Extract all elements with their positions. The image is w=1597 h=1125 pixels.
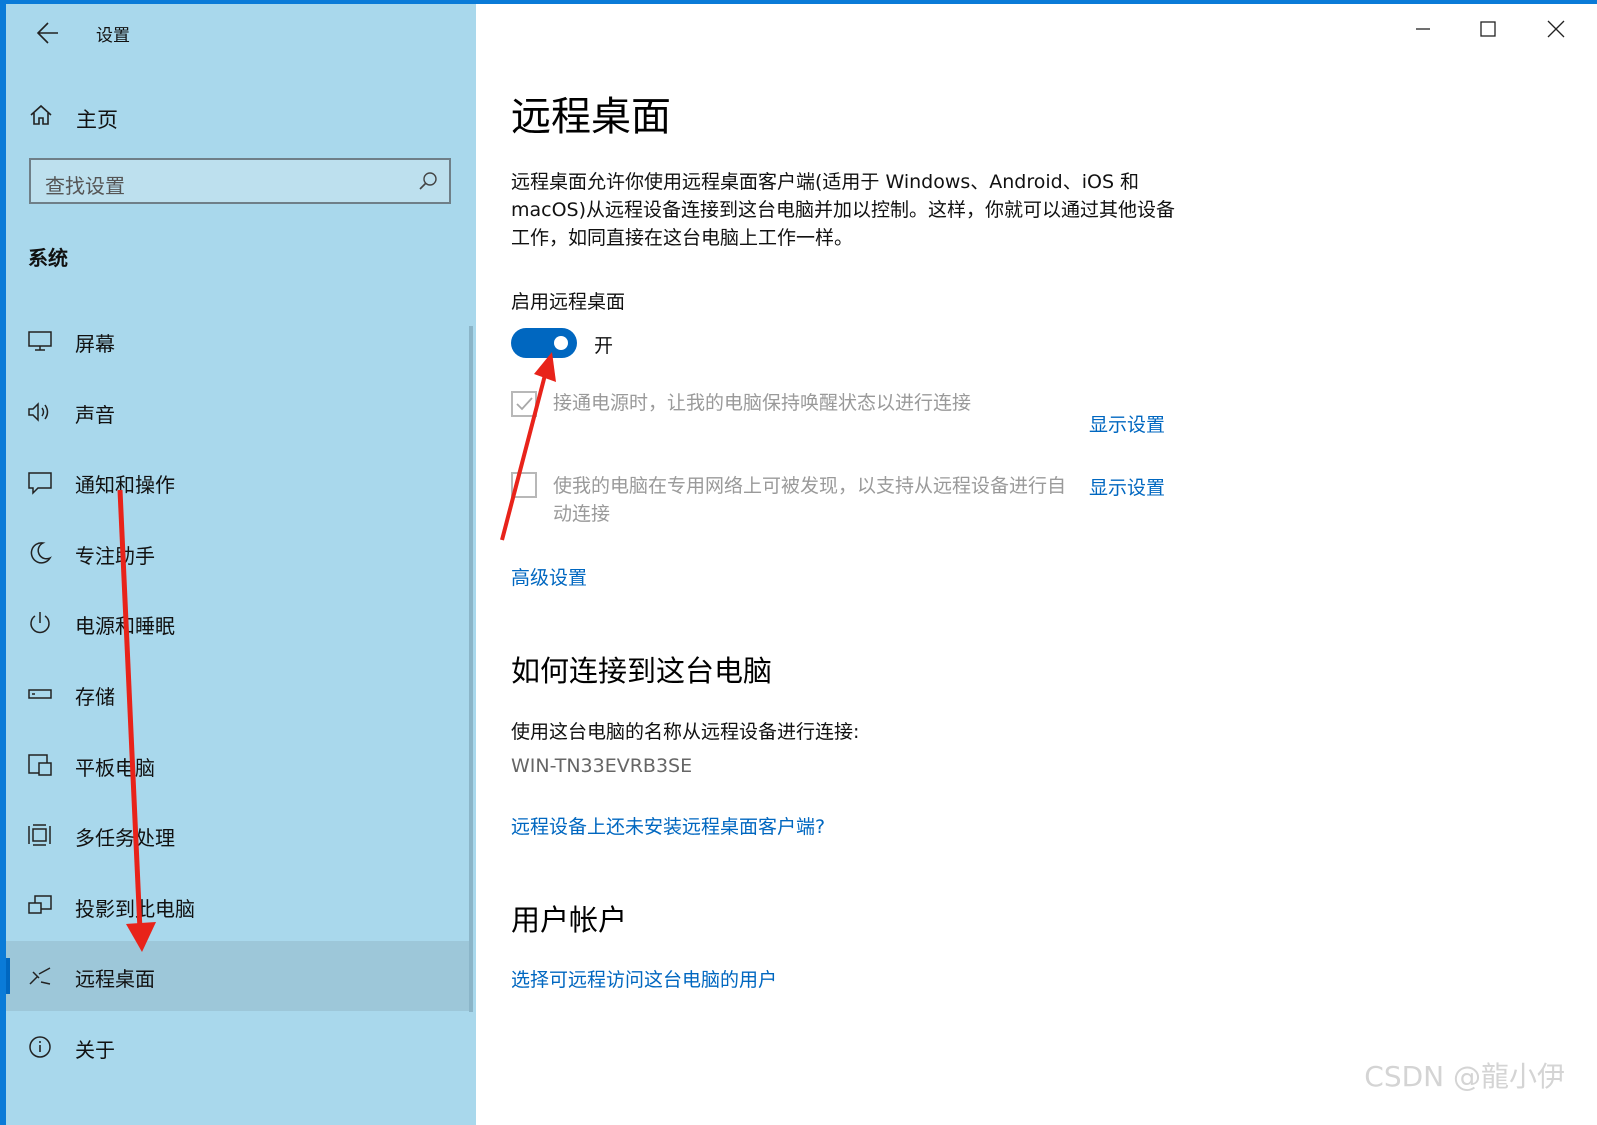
sidebar-item-home[interactable]: 主页	[6, 92, 469, 140]
keep-awake-label: 接通电源时，让我的电脑保持唤醒状态以进行连接	[553, 392, 972, 414]
search-input[interactable]: 查找设置	[29, 158, 451, 204]
monitor-icon	[26, 327, 54, 355]
page-description: 远程桌面允许你使用远程桌面客户端(适用于 Windows、Android、iOS…	[511, 171, 1176, 249]
enable-remote-desktop-label: 启用远程桌面	[511, 291, 626, 313]
sidebar-item-speaker[interactable]: 声音	[6, 377, 469, 447]
remote-desktop-toggle[interactable]	[511, 328, 577, 358]
keep-awake-show-settings-link[interactable]: 显示设置	[1089, 410, 1165, 437]
checkmark-icon	[516, 397, 533, 411]
search-icon[interactable]	[417, 170, 439, 192]
maximize-button[interactable]	[1468, 12, 1508, 44]
how-to-connect-heading: 如何连接到这台电脑	[511, 654, 773, 688]
sidebar-item-tablet[interactable]: 平板电脑	[6, 730, 469, 800]
toggle-state-label: 开	[594, 335, 614, 357]
maximize-icon	[1480, 21, 1496, 37]
sidebar-item-label: 屏幕	[75, 332, 115, 356]
sidebar-item-label: 声音	[75, 403, 115, 427]
sidebar-item-project[interactable]: 投影到此电脑	[6, 871, 469, 941]
sidebar-item-storage[interactable]: 存储	[6, 659, 469, 729]
sidebar-item-home-label: 主页	[76, 108, 118, 132]
page-title: 远程桌面	[511, 94, 671, 140]
pc-name: WIN-TN33EVRB3SE	[511, 755, 693, 777]
info-icon	[26, 1033, 54, 1061]
watermark: CSDN @龍小伊	[1364, 1060, 1565, 1093]
select-users-link[interactable]: 选择可远程访问这台电脑的用户	[511, 965, 777, 992]
sidebar-item-label: 远程桌面	[75, 967, 155, 991]
sidebar-item-multitask[interactable]: 多任务处理	[6, 800, 469, 870]
sidebar-item-label: 通知和操作	[75, 473, 175, 497]
sidebar-item-label: 存储	[75, 685, 115, 709]
sidebar-scrollbar[interactable]	[469, 326, 473, 1012]
sidebar-item-remote-desktop[interactable]: 远程桌面	[6, 941, 469, 1011]
discoverable-checkbox[interactable]	[511, 472, 537, 498]
notification-icon	[26, 468, 54, 496]
sidebar-item-monitor[interactable]: 屏幕	[6, 306, 469, 376]
user-accounts-heading: 用户帐户	[511, 903, 628, 937]
multitask-icon	[26, 821, 54, 849]
minimize-icon	[1416, 28, 1430, 30]
power-icon	[26, 609, 54, 637]
remote-desktop-icon	[26, 962, 54, 990]
advanced-settings-link[interactable]: 高级设置	[511, 563, 587, 590]
sidebar-item-label: 投影到此电脑	[75, 897, 195, 921]
back-arrow-icon	[36, 22, 58, 44]
minimize-button[interactable]	[1403, 12, 1443, 44]
section-heading-system: 系统	[28, 246, 68, 270]
window-left-border	[0, 0, 6, 1125]
sidebar-item-label: 关于	[75, 1038, 115, 1062]
sidebar-item-power[interactable]: 电源和睡眠	[6, 588, 469, 658]
settings-window: 设置 主页 查找设置 系统 屏幕声音通知和操作专注助手电源和睡眠存储平板电脑多任…	[0, 0, 1597, 1125]
storage-icon	[26, 680, 54, 708]
how-to-connect-text: 使用这台电脑的名称从远程设备进行连接:	[511, 721, 860, 743]
sidebar-item-info[interactable]: 关于	[6, 1012, 469, 1082]
client-not-installed-link[interactable]: 远程设备上还未安装远程桌面客户端?	[511, 812, 825, 839]
close-button[interactable]	[1536, 12, 1576, 44]
sidebar-item-moon[interactable]: 专注助手	[6, 518, 469, 588]
sidebar-item-label: 多任务处理	[75, 826, 175, 850]
close-icon	[1547, 20, 1565, 38]
speaker-icon	[26, 398, 54, 426]
back-button[interactable]	[26, 18, 66, 48]
moon-icon	[26, 539, 54, 567]
sidebar-item-label: 专注助手	[75, 544, 155, 568]
active-indicator	[6, 958, 10, 994]
sidebar-item-label: 平板电脑	[75, 756, 155, 780]
sidebar-item-notification[interactable]: 通知和操作	[6, 447, 469, 517]
tablet-icon	[26, 751, 54, 779]
app-title: 设置	[96, 26, 130, 46]
search-placeholder: 查找设置	[45, 174, 125, 198]
project-icon	[26, 892, 54, 920]
discoverable-show-settings-link[interactable]: 显示设置	[1089, 473, 1165, 500]
toggle-knob	[554, 336, 568, 350]
home-icon	[28, 102, 54, 128]
discoverable-label: 使我的电脑在专用网络上可被发现，以支持从远程设备进行自动连接	[553, 475, 1067, 525]
sidebar-item-label: 电源和睡眠	[75, 614, 175, 638]
sidebar: 设置 主页 查找设置 系统 屏幕声音通知和操作专注助手电源和睡眠存储平板电脑多任…	[6, 4, 476, 1125]
keep-awake-checkbox[interactable]	[511, 391, 537, 417]
